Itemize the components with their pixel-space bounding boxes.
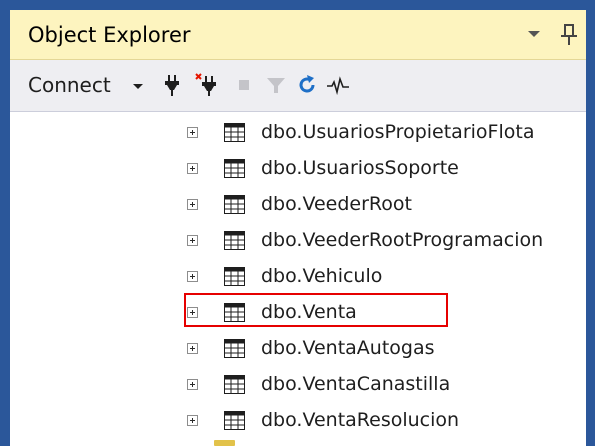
- table-icon: [224, 267, 245, 286]
- tree-item[interactable]: dbo.VentaAutogas: [10, 332, 586, 366]
- chevron-down-icon[interactable]: [133, 84, 143, 89]
- object-explorer-toolbar: Connect: [10, 60, 586, 112]
- window-frame-right: [586, 0, 595, 446]
- tree-item[interactable]: dbo.Vehiculo: [10, 260, 586, 294]
- tree-item-label[interactable]: dbo.VeederRootProgramacion: [261, 227, 543, 253]
- tree-item-label[interactable]: dbo.VentaResolucion: [261, 407, 459, 433]
- selection-highlight-box: [184, 293, 448, 327]
- object-tree: dbo.UsuariosPropietarioFlota dbo.Usuario…: [10, 112, 586, 446]
- tree-item[interactable]: dbo.VeederRootProgramacion: [10, 224, 586, 258]
- disconnect-icon[interactable]: [195, 73, 219, 97]
- activity-monitor-icon[interactable]: [326, 73, 350, 97]
- stop-icon[interactable]: [232, 73, 256, 97]
- refresh-icon[interactable]: [295, 73, 319, 97]
- table-icon: [224, 159, 245, 178]
- tree-item[interactable]: dbo.VeederRoot: [10, 188, 586, 222]
- tree-item[interactable]: dbo.VentaResolucion: [10, 404, 586, 438]
- window-frame-left: [0, 0, 10, 446]
- table-icon: [224, 231, 245, 250]
- window-frame-top: [0, 0, 595, 10]
- expand-icon[interactable]: [187, 379, 198, 390]
- expand-icon[interactable]: [187, 127, 198, 138]
- table-icon: [224, 123, 245, 142]
- connect-button[interactable]: Connect: [28, 72, 111, 98]
- tree-item-label[interactable]: dbo.VentaCanastilla: [261, 371, 450, 397]
- tree-item-label[interactable]: dbo.UsuariosPropietarioFlota: [261, 119, 534, 145]
- filter-icon[interactable]: [264, 73, 288, 97]
- folder-icon: [214, 440, 235, 446]
- object-explorer-titlebar: Object Explorer: [10, 10, 586, 60]
- pin-icon[interactable]: [558, 22, 580, 48]
- tree-item[interactable]: dbo.UsuariosPropietarioFlota: [10, 116, 586, 150]
- tree-item[interactable]: dbo.VentaCanastilla: [10, 368, 586, 402]
- connect-plug-icon[interactable]: [160, 73, 184, 97]
- tree-item-label[interactable]: dbo.Vehiculo: [261, 263, 382, 289]
- expand-icon[interactable]: [187, 415, 198, 426]
- dropdown-arrow-icon[interactable]: [528, 31, 540, 37]
- expand-icon[interactable]: [187, 235, 198, 246]
- table-icon: [224, 195, 245, 214]
- panel-title: Object Explorer: [28, 23, 191, 47]
- tree-item-label[interactable]: dbo.UsuariosSoporte: [261, 155, 459, 181]
- tree-item-label[interactable]: dbo.VeederRoot: [261, 191, 412, 217]
- tree-item-label[interactable]: dbo.VentaAutogas: [261, 335, 435, 361]
- expand-icon[interactable]: [187, 271, 198, 282]
- table-icon: [224, 411, 245, 430]
- table-icon: [224, 339, 245, 358]
- expand-icon[interactable]: [187, 199, 198, 210]
- expand-icon[interactable]: [187, 343, 198, 354]
- tree-item[interactable]: dbo.UsuariosSoporte: [10, 152, 586, 186]
- table-icon: [224, 375, 245, 394]
- expand-icon[interactable]: [187, 163, 198, 174]
